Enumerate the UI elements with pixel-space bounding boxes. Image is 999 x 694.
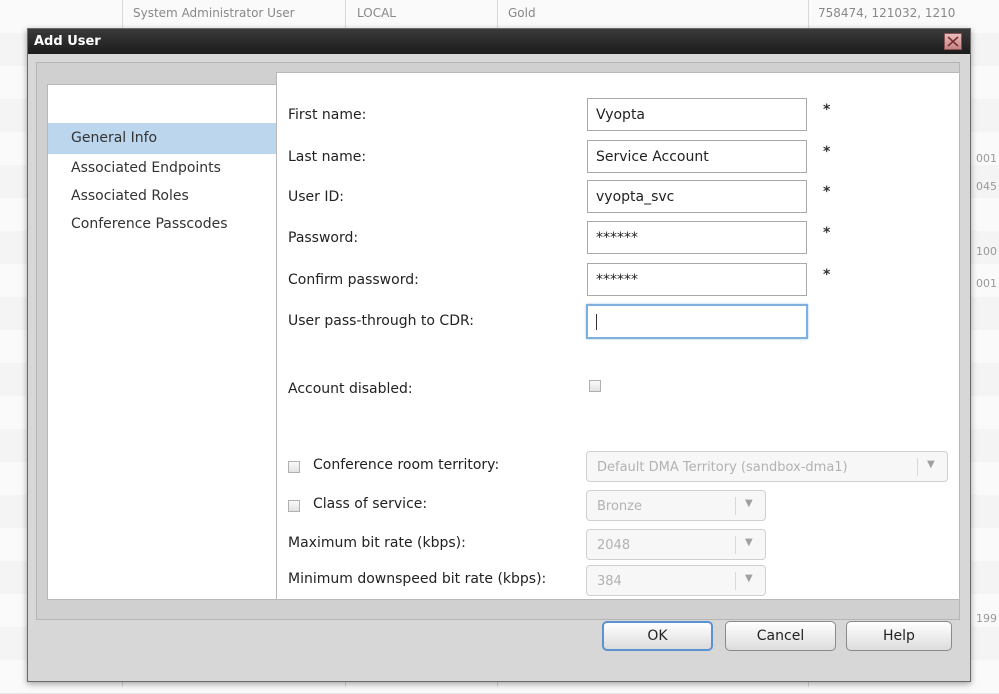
- table-cell-ids: 758474, 121032, 1210: [818, 6, 956, 20]
- close-icon: [947, 36, 959, 47]
- nav-item-conference-passcodes[interactable]: Conference Passcodes: [48, 210, 276, 238]
- nav-item-general-info[interactable]: General Info: [48, 123, 276, 154]
- class-of-service-value: Bronze: [597, 499, 642, 514]
- help-button[interactable]: Help: [846, 621, 952, 651]
- required-marker: *: [823, 144, 831, 160]
- table-cell-fragment: 100: [976, 245, 997, 258]
- last-name-field[interactable]: Service Account: [587, 140, 807, 173]
- table-cell-type: LOCAL: [357, 6, 396, 20]
- class-of-service-label: Class of service:: [313, 496, 428, 512]
- territory-select[interactable]: Default DMA Territory (sandbox-dma1) ▼: [586, 451, 948, 482]
- first-name-field[interactable]: Vyopta: [587, 98, 807, 131]
- text-cursor: [596, 314, 597, 330]
- last-name-label: Last name:: [288, 149, 367, 165]
- cancel-button[interactable]: Cancel: [725, 621, 836, 651]
- account-disabled-label: Account disabled:: [288, 381, 413, 397]
- password-label: Password:: [288, 230, 359, 246]
- user-id-field[interactable]: vyopta_svc: [587, 180, 807, 213]
- section-nav: General Info Associated Endpoints Associ…: [47, 84, 277, 600]
- min-downspeed-label: Minimum downspeed bit rate (kbps):: [288, 571, 547, 587]
- chevron-down-icon: ▼: [927, 459, 935, 470]
- pass-through-label: User pass-through to CDR:: [288, 313, 474, 329]
- dialog-titlebar[interactable]: Add User: [28, 29, 970, 54]
- confirm-password-field[interactable]: ******: [587, 263, 807, 296]
- table-cell-fragment: 001: [976, 152, 997, 165]
- user-id-label: User ID:: [288, 189, 344, 205]
- first-name-label: First name:: [288, 107, 367, 123]
- required-marker: *: [823, 184, 831, 200]
- general-info-form: First name: Vyopta * Last name: Service …: [276, 72, 960, 600]
- min-downspeed-select[interactable]: 384 ▼: [586, 565, 766, 596]
- max-bit-rate-label: Maximum bit rate (kbps):: [288, 535, 466, 551]
- chevron-down-icon: ▼: [745, 498, 753, 509]
- required-marker: *: [823, 102, 831, 118]
- table-cell-fragment: 045: [976, 180, 997, 193]
- required-marker: *: [823, 267, 831, 283]
- table-cell-fragment: 001: [976, 277, 997, 290]
- chevron-down-icon: ▼: [745, 573, 753, 584]
- territory-checkbox[interactable]: [288, 461, 300, 473]
- confirm-password-label: Confirm password:: [288, 272, 419, 288]
- table-cell-class: Gold: [508, 6, 536, 20]
- dialog-title: Add User: [34, 34, 101, 49]
- nav-item-associated-roles[interactable]: Associated Roles: [48, 182, 276, 210]
- add-user-dialog: Add User General Info Associated Endpoin…: [27, 28, 971, 682]
- class-of-service-checkbox[interactable]: [288, 500, 300, 512]
- territory-label: Conference room territory:: [313, 457, 500, 473]
- table-cell-fragment: 199: [976, 612, 997, 625]
- chevron-down-icon: ▼: [745, 537, 753, 548]
- max-bit-rate-value: 2048: [597, 538, 631, 553]
- table-cell-name: System Administrator User: [133, 6, 295, 20]
- ok-button[interactable]: OK: [602, 621, 713, 651]
- password-field[interactable]: ******: [587, 221, 807, 254]
- nav-item-associated-endpoints[interactable]: Associated Endpoints: [48, 154, 276, 182]
- required-marker: *: [823, 225, 831, 241]
- class-of-service-select[interactable]: Bronze ▼: [586, 490, 766, 521]
- territory-value: Default DMA Territory (sandbox-dma1): [597, 460, 848, 475]
- max-bit-rate-select[interactable]: 2048 ▼: [586, 529, 766, 560]
- min-downspeed-value: 384: [597, 574, 622, 589]
- account-disabled-checkbox[interactable]: [589, 380, 601, 392]
- pass-through-field[interactable]: [586, 304, 808, 339]
- close-button[interactable]: [944, 33, 962, 50]
